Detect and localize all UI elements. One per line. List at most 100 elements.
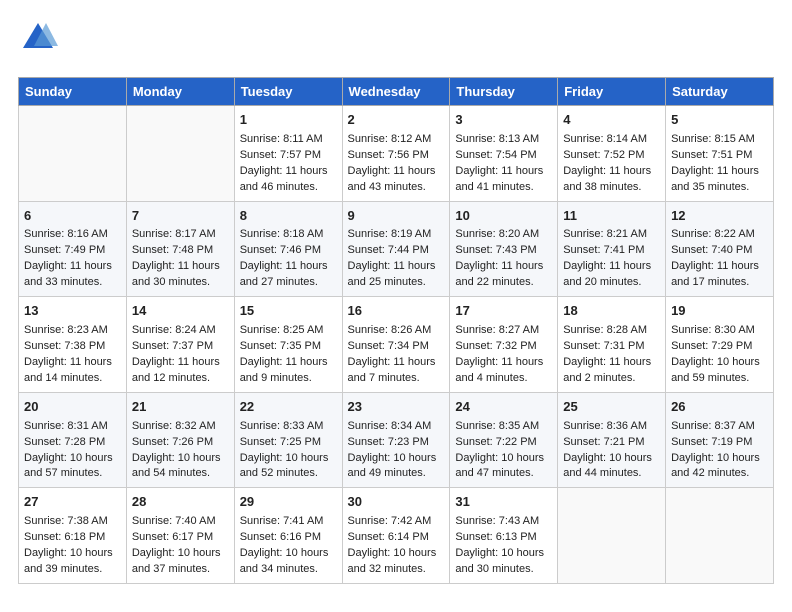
calendar-cell: 18Sunrise: 8:28 AMSunset: 7:31 PMDayligh… [558, 297, 666, 393]
daylight-text: Daylight: 11 hours and 27 minutes. [240, 260, 328, 288]
daylight-text: Daylight: 11 hours and 2 minutes. [563, 356, 651, 384]
sunrise-text: Sunrise: 7:42 AM [348, 515, 432, 527]
day-number: 21 [132, 398, 229, 417]
calendar-week-row: 27 Sunrise: 7:38 AM Sunset: 6:18 PM Dayligh… [19, 488, 774, 584]
sunset-text: Sunset: 7:46 PM [240, 244, 321, 256]
calendar-cell: 21Sunrise: 8:32 AMSunset: 7:26 PMDayligh… [126, 392, 234, 488]
daylight-text: Daylight: 10 hours and 59 minutes. [671, 356, 760, 384]
daylight-text: Daylight: 11 hours and 46 minutes. [240, 165, 328, 193]
daylight-text: Daylight: 10 hours and 42 minutes. [671, 452, 760, 480]
sunrise-text: Sunrise: 8:35 AM [455, 420, 539, 432]
calendar-cell [126, 106, 234, 202]
daylight-text: Daylight: 11 hours and 33 minutes. [24, 260, 112, 288]
sunset-text: Sunset: 7:54 PM [455, 149, 536, 161]
daylight-text: Daylight: 10 hours and 39 minutes. [24, 547, 113, 575]
sunset-text: Sunset: 6:18 PM [24, 531, 105, 543]
calendar-week-row: 20Sunrise: 8:31 AMSunset: 7:28 PMDayligh… [19, 392, 774, 488]
weekday-header-friday: Friday [558, 78, 666, 106]
day-number: 23 [348, 398, 445, 417]
daylight-text: Daylight: 11 hours and 30 minutes. [132, 260, 220, 288]
calendar-cell [666, 488, 774, 584]
day-number: 27 [24, 493, 121, 512]
day-number: 31 [455, 493, 552, 512]
sunrise-text: Sunrise: 8:26 AM [348, 324, 432, 336]
calendar-cell: 28Sunrise: 7:40 AMSunset: 6:17 PMDayligh… [126, 488, 234, 584]
daylight-text: Daylight: 11 hours and 20 minutes. [563, 260, 651, 288]
day-number: 9 [348, 207, 445, 226]
day-number: 29 [240, 493, 337, 512]
calendar-cell: 2Sunrise: 8:12 AMSunset: 7:56 PMDaylight… [342, 106, 450, 202]
day-number: 14 [132, 302, 229, 321]
calendar-cell: 26Sunrise: 8:37 AMSunset: 7:19 PMDayligh… [666, 392, 774, 488]
daylight-text: Daylight: 10 hours and 30 minutes. [455, 547, 544, 575]
sunset-text: Sunset: 7:23 PM [348, 436, 429, 448]
day-number: 28 [132, 493, 229, 512]
daylight-text: Daylight: 11 hours and 22 minutes. [455, 260, 543, 288]
sunrise-text: Sunrise: 8:17 AM [132, 228, 216, 240]
sunset-text: Sunset: 7:25 PM [240, 436, 321, 448]
sunset-text: Sunset: 7:51 PM [671, 149, 752, 161]
calendar-cell: 16Sunrise: 8:26 AMSunset: 7:34 PMDayligh… [342, 297, 450, 393]
sunset-text: Sunset: 7:34 PM [348, 340, 429, 352]
calendar-cell: 20Sunrise: 8:31 AMSunset: 7:28 PMDayligh… [19, 392, 127, 488]
daylight-text: Daylight: 11 hours and 43 minutes. [348, 165, 436, 193]
daylight-text: Daylight: 10 hours and 32 minutes. [348, 547, 437, 575]
daylight-text: Daylight: 11 hours and 35 minutes. [671, 165, 759, 193]
sunset-text: Sunset: 7:19 PM [671, 436, 752, 448]
calendar-week-row: 6Sunrise: 8:16 AMSunset: 7:49 PMDaylight… [19, 201, 774, 297]
calendar-header-row: SundayMondayTuesdayWednesdayThursdayFrid… [19, 78, 774, 106]
calendar-cell: 10Sunrise: 8:20 AMSunset: 7:43 PMDayligh… [450, 201, 558, 297]
daylight-text: Daylight: 11 hours and 9 minutes. [240, 356, 328, 384]
header [18, 18, 774, 63]
calendar-cell: 9Sunrise: 8:19 AMSunset: 7:44 PMDaylight… [342, 201, 450, 297]
calendar-cell: 7Sunrise: 8:17 AMSunset: 7:48 PMDaylight… [126, 201, 234, 297]
daylight-text: Daylight: 11 hours and 25 minutes. [348, 260, 436, 288]
sunset-text: Sunset: 7:43 PM [455, 244, 536, 256]
day-number: 10 [455, 207, 552, 226]
sunset-text: Sunset: 6:14 PM [348, 531, 429, 543]
sunrise-text: Sunrise: 7:38 AM [24, 515, 108, 527]
daylight-text: Daylight: 11 hours and 4 minutes. [455, 356, 543, 384]
day-number: 15 [240, 302, 337, 321]
sunset-text: Sunset: 7:35 PM [240, 340, 321, 352]
weekday-header-sunday: Sunday [19, 78, 127, 106]
sunrise-text: Sunrise: 8:24 AM [132, 324, 216, 336]
page-container: SundayMondayTuesdayWednesdayThursdayFrid… [0, 0, 792, 594]
day-number: 17 [455, 302, 552, 321]
sunset-text: Sunset: 7:28 PM [24, 436, 105, 448]
daylight-text: Daylight: 10 hours and 37 minutes. [132, 547, 221, 575]
calendar-cell: 29Sunrise: 7:41 AMSunset: 6:16 PMDayligh… [234, 488, 342, 584]
calendar-cell: 12Sunrise: 8:22 AMSunset: 7:40 PMDayligh… [666, 201, 774, 297]
day-number: 4 [563, 111, 660, 130]
calendar-cell: 24Sunrise: 8:35 AMSunset: 7:22 PMDayligh… [450, 392, 558, 488]
sunset-text: Sunset: 7:49 PM [24, 244, 105, 256]
sunrise-text: Sunrise: 7:40 AM [132, 515, 216, 527]
day-number: 13 [24, 302, 121, 321]
sunrise-text: Sunrise: 8:25 AM [240, 324, 324, 336]
daylight-text: Daylight: 10 hours and 54 minutes. [132, 452, 221, 480]
day-number: 2 [348, 111, 445, 130]
sunrise-text: Sunrise: 8:36 AM [563, 420, 647, 432]
calendar-cell [558, 488, 666, 584]
calendar-cell: 11Sunrise: 8:21 AMSunset: 7:41 PMDayligh… [558, 201, 666, 297]
sunrise-text: Sunrise: 7:41 AM [240, 515, 324, 527]
day-number: 11 [563, 207, 660, 226]
daylight-text: Daylight: 10 hours and 49 minutes. [348, 452, 437, 480]
day-number: 12 [671, 207, 768, 226]
calendar-cell: 13Sunrise: 8:23 AMSunset: 7:38 PMDayligh… [19, 297, 127, 393]
sunrise-text: Sunrise: 8:32 AM [132, 420, 216, 432]
day-number: 1 [240, 111, 337, 130]
daylight-text: Daylight: 11 hours and 7 minutes. [348, 356, 436, 384]
sunset-text: Sunset: 7:31 PM [563, 340, 644, 352]
day-number: 25 [563, 398, 660, 417]
daylight-text: Daylight: 11 hours and 12 minutes. [132, 356, 220, 384]
weekday-header-wednesday: Wednesday [342, 78, 450, 106]
calendar-cell: 4Sunrise: 8:14 AMSunset: 7:52 PMDaylight… [558, 106, 666, 202]
sunset-text: Sunset: 7:32 PM [455, 340, 536, 352]
sunset-text: Sunset: 7:48 PM [132, 244, 213, 256]
calendar-cell: 17Sunrise: 8:27 AMSunset: 7:32 PMDayligh… [450, 297, 558, 393]
sunrise-text: Sunrise: 8:15 AM [671, 133, 755, 145]
sunrise-text: Sunrise: 7:43 AM [455, 515, 539, 527]
calendar-week-row: 13Sunrise: 8:23 AMSunset: 7:38 PMDayligh… [19, 297, 774, 393]
sunset-text: Sunset: 7:57 PM [240, 149, 321, 161]
